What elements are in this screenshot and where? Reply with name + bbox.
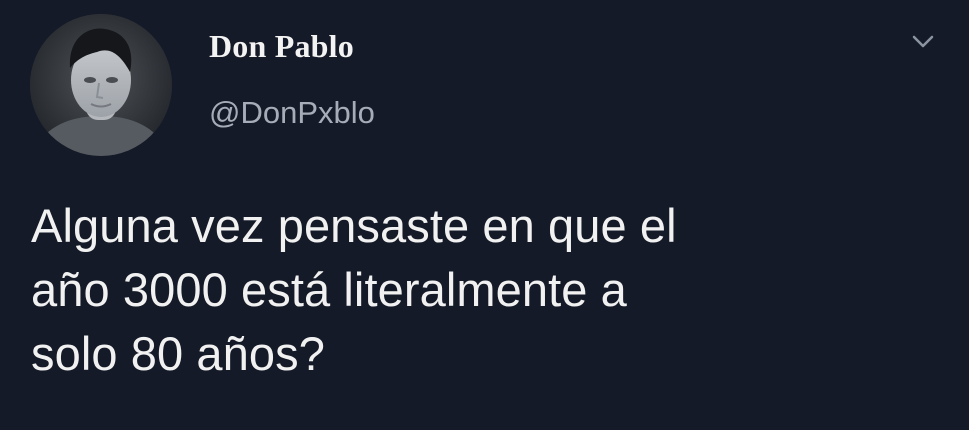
avatar[interactable] <box>30 14 172 156</box>
avatar-image <box>30 14 172 156</box>
chevron-down-icon[interactable] <box>906 30 940 54</box>
tweet-text-line: Alguna vez pensaste en que el <box>31 199 677 252</box>
tweet-text-line: año 3000 está literalmente a <box>31 263 627 316</box>
display-name[interactable]: Don Pablo <box>209 28 354 64</box>
user-handle[interactable]: @DonPxblo <box>209 96 375 130</box>
tweet-text-line: solo 80 años? <box>31 327 325 380</box>
tweet-card: Don Pablo @DonPxblo Alguna vez pensaste … <box>0 0 969 430</box>
tweet-text: Alguna vez pensaste en que el año 3000 e… <box>31 194 891 386</box>
